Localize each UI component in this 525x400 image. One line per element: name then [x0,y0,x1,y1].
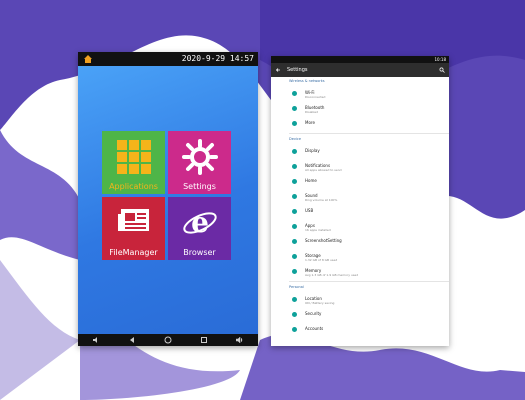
settings-item-location[interactable]: Location ON / Battery saving [271,293,449,308]
bluetooth-icon [292,106,297,111]
settings-item-usb[interactable]: USB [271,205,449,220]
item-title: Accounts [305,326,324,331]
filemanager-label: FileManager [109,248,158,257]
browser-label: Browser [183,248,216,257]
item-title: ScreenshotSetting [305,238,342,243]
settings-item-security[interactable]: Security [271,308,449,323]
settings-item-home[interactable]: Home [271,175,449,190]
item-subtitle: Ring volume at 100% [305,198,338,202]
settings-item-apps[interactable]: Apps 16 apps installed [271,220,449,235]
sound-icon [292,194,297,199]
settings-item-wifi[interactable]: Wi-Fi Disconnected [271,87,449,102]
newspaper-icon [117,209,149,231]
right-tablet-screen: 10:18 Settings Wireless & networks Wi-Fi… [271,56,449,346]
section-header: Personal [289,285,304,289]
apps-icon [292,224,297,229]
section-header: Wireless & networks [289,79,325,83]
more-icon [292,121,297,126]
status-clock: 10:18 [434,57,446,62]
status-bar: 10:18 [271,56,449,63]
filemanager-tile[interactable]: FileManager [102,197,165,260]
grid-icon [116,140,151,174]
settings-item-accounts[interactable]: Accounts [271,323,449,338]
item-title: Security [305,311,322,316]
item-subtitle: Disabled [305,110,319,114]
item-subtitle: 1.32 GB of 8 GB used [305,258,338,262]
left-tablet-screen: 2020-9-29 14:57 Applications Settings Fi… [78,52,258,346]
display-icon [292,149,297,154]
applications-tile[interactable]: Applications [102,131,165,194]
ie-browser-icon: e [182,206,217,239]
home-screen: Applications Settings FileManager e Brow… [78,66,258,334]
notifications-icon [292,164,297,169]
volume-down-icon[interactable] [92,336,100,344]
item-title: More [305,120,315,125]
usb-icon [292,209,297,214]
navigation-bar [78,334,258,346]
item-title: Home [305,178,317,183]
gear-icon [181,139,218,175]
applications-label: Applications [109,182,158,191]
item-subtitle: 16 apps installed [305,228,331,232]
item-subtitle: All apps allowed to send [305,168,342,172]
back-arrow-icon[interactable] [275,67,281,73]
recents-icon[interactable] [200,336,208,344]
settings-item-screenshot[interactable]: ScreenshotSetting [271,235,449,250]
status-clock: 2020-9-29 14:57 [181,54,254,63]
item-title: USB [305,208,314,213]
settings-item-bluetooth[interactable]: Bluetooth Disabled [271,102,449,117]
lock-icon [292,312,297,317]
item-subtitle: Avg 1.3 GB of 1.9 GB memory used [305,273,359,277]
status-bar: 2020-9-29 14:57 [78,52,258,66]
settings-tile[interactable]: Settings [168,131,231,194]
svg-text:e: e [191,206,209,239]
divider [289,133,449,134]
app-tiles: Applications Settings FileManager e Brow… [102,131,232,261]
storage-icon [292,254,297,259]
account-icon [292,327,297,332]
home-circle-icon[interactable] [164,336,172,344]
settings-item-notifications[interactable]: Notifications All apps allowed to send [271,160,449,175]
location-icon [292,297,297,302]
item-subtitle: ON / Battery saving [305,301,335,305]
settings-item-memory[interactable]: Memory Avg 1.3 GB of 1.9 GB memory used [271,265,449,280]
item-title: Display [305,148,320,153]
settings-label: Settings [183,182,216,191]
wifi-icon [292,91,297,96]
settings-item-display[interactable]: Display [271,145,449,160]
divider [289,281,449,282]
memory-icon [292,269,297,274]
settings-toolbar: Settings [271,63,449,77]
screenshot-icon [292,239,297,244]
home-icon[interactable] [83,54,93,64]
page-title: Settings [287,67,308,73]
settings-list: Wireless & networks Wi-Fi Disconnected Bl… [271,77,449,346]
settings-item-more[interactable]: More [271,117,449,132]
settings-item-sound[interactable]: Sound Ring volume at 100% [271,190,449,205]
home-icon [292,179,297,184]
search-icon[interactable] [439,67,445,73]
volume-up-icon[interactable] [236,336,244,344]
browser-tile[interactable]: e Browser [168,197,231,260]
settings-item-storage[interactable]: Storage 1.32 GB of 8 GB used [271,250,449,265]
back-icon[interactable] [128,336,136,344]
section-header: Device [289,137,301,141]
item-subtitle: Disconnected [305,95,326,99]
